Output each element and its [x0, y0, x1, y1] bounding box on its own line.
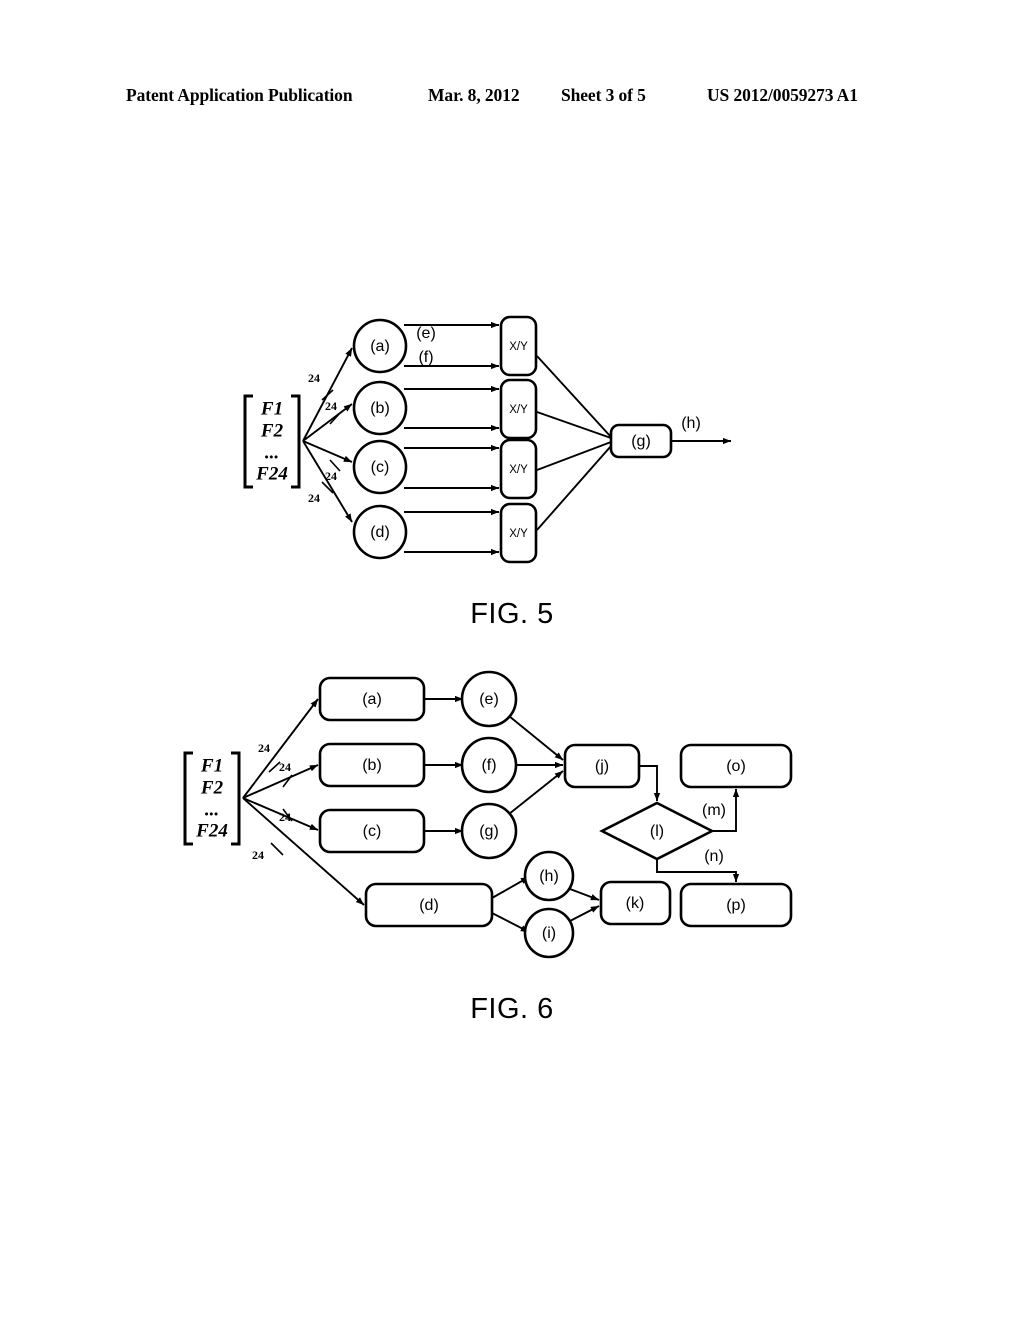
fig6-node-b: (b)	[318, 742, 426, 788]
fig6-node-g: (g)	[460, 802, 518, 860]
fig6-box-to-circle-edges	[424, 695, 464, 835]
fig6-bus-label-1: 24	[279, 760, 291, 774]
fig6-node-p-label: (p)	[726, 897, 746, 914]
fig6-node-j: (j)	[563, 743, 641, 789]
fig6-node-f-label: (f)	[481, 757, 496, 774]
fig6-node-l-label: (l)	[650, 823, 664, 840]
fig6-node-c: (c)	[318, 808, 426, 854]
fig6-node-i: (i)	[523, 907, 575, 959]
fig6-node-d: (d)	[364, 882, 494, 928]
fig6-node-c-label: (c)	[363, 823, 382, 840]
fig6-edge-label-n: (n)	[704, 848, 724, 865]
fig6-matrix-row-2: ...	[205, 799, 219, 820]
fig6-node-p: (p)	[679, 882, 793, 928]
fig6-bus-label-2: 24	[279, 810, 291, 824]
fig6-matrix-row-3: F24	[195, 820, 228, 841]
fig6-matrix-row-1: F2	[200, 777, 224, 798]
fig6-node-k: (k)	[599, 880, 672, 926]
fig6-node-a-label: (a)	[362, 691, 382, 708]
fig6-node-f: (f)	[460, 736, 518, 794]
patent-drawing-page: Patent Application Publication Mar. 8, 2…	[0, 0, 1024, 1320]
fig6-matrix-row-0: F1	[200, 755, 223, 776]
fig6-edge-label-m: (m)	[702, 802, 726, 819]
fig6-node-l: (l)	[599, 801, 715, 861]
fig6-node-e-label: (e)	[479, 691, 499, 708]
fig6-node-h-label: (h)	[539, 868, 559, 885]
fig6-node-o-label: (o)	[726, 758, 746, 775]
figure-6-caption: FIG. 6	[470, 993, 554, 1025]
fig6-d-to-hi-edges	[491, 876, 530, 933]
figure-6-diagram: F1 F2 ... F24 24 24 24 24 (a) (b) (c) (d…	[183, 670, 793, 959]
fig6-node-e: (e)	[460, 670, 518, 728]
fig6-node-k-label: (k)	[626, 895, 645, 912]
fig6-node-g-label: (g)	[479, 823, 499, 840]
fig6-node-i-label: (i)	[542, 925, 556, 942]
fig6-input-matrix: F1 F2 ... F24	[183, 751, 241, 846]
fig6-node-d-label: (d)	[419, 897, 439, 914]
fig6-hi-to-k-edges	[569, 888, 600, 922]
fig6-node-a: (a)	[318, 676, 426, 722]
fig6-node-b-label: (b)	[362, 757, 382, 774]
fig6-edge-m: (m)	[702, 788, 740, 832]
fig6-circle-to-j-edges	[508, 715, 564, 815]
fig6-j-to-l-edge	[639, 765, 661, 802]
fig6-input-bus-edges: 24 24 24 24	[242, 698, 365, 906]
fig6-node-o: (o)	[679, 743, 793, 789]
fig6-bus-label-0: 24	[258, 741, 270, 755]
fig6-node-j-label: (j)	[595, 758, 609, 775]
fig6-bus-label-3: 24	[252, 848, 264, 862]
fig6-node-h: (h)	[523, 850, 575, 902]
